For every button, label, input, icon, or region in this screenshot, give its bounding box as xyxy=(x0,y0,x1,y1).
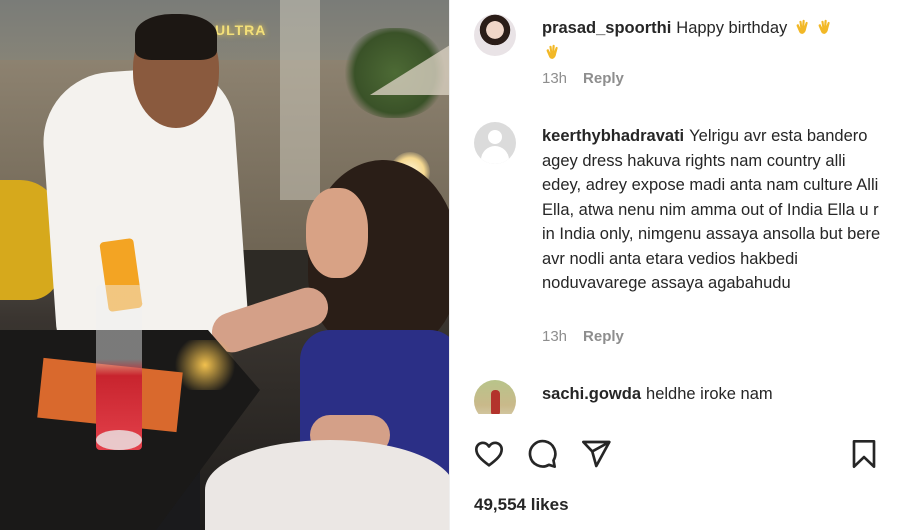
comment-body: sachi.gowda heldhe iroke nam xyxy=(542,382,882,407)
clap-emoji-icon xyxy=(546,44,558,59)
comment-username[interactable]: sachi.gowda xyxy=(542,385,641,403)
likes-count[interactable]: 49,554 likes xyxy=(474,495,569,515)
post-sidebar: prasad_spoorthi Happy birthday 13h Reply xyxy=(449,0,904,530)
comment-text: Yelrigu avr esta bandero agey dress haku… xyxy=(542,127,881,292)
avatar[interactable] xyxy=(474,14,516,56)
clap-emoji-icon xyxy=(796,19,808,34)
comment-icon[interactable] xyxy=(526,438,558,470)
restaurant-sign: ULTRA xyxy=(215,22,267,38)
default-avatar-head xyxy=(488,130,502,144)
comment-meta: 13h Reply xyxy=(542,328,624,345)
drink-glass-base xyxy=(96,430,142,450)
post-photo[interactable]: ULTRA xyxy=(0,0,449,530)
drink-glass xyxy=(96,285,142,450)
comment-username[interactable]: keerthybhadravati xyxy=(542,127,684,145)
comments-list[interactable]: prasad_spoorthi Happy birthday 13h Reply xyxy=(450,0,904,414)
waiter-hair xyxy=(135,14,217,60)
comment-text: heldhe iroke nam xyxy=(646,385,773,403)
comment-body: prasad_spoorthi Happy birthday xyxy=(542,16,882,65)
comment-meta: 13h Reply xyxy=(542,70,624,87)
comment-time: 13h xyxy=(542,328,568,345)
default-avatar-body xyxy=(481,146,509,164)
post-actions: 49,554 likes xyxy=(450,414,904,530)
comment-body: keerthybhadravati Yelrigu avr esta bander… xyxy=(542,124,882,296)
comment-username[interactable]: prasad_spoorthi xyxy=(542,19,671,37)
comment-text: Happy birthday xyxy=(676,19,788,37)
bookmark-icon[interactable] xyxy=(848,438,880,470)
comment-time: 13h xyxy=(542,70,568,87)
reply-button[interactable]: Reply xyxy=(583,70,624,87)
background-pillar xyxy=(280,0,320,200)
avatar[interactable] xyxy=(474,380,516,414)
avatar[interactable] xyxy=(474,122,516,164)
heart-icon[interactable] xyxy=(473,438,505,470)
send-icon[interactable] xyxy=(580,438,612,470)
reply-button[interactable]: Reply xyxy=(583,328,624,345)
clap-emoji-icon xyxy=(818,19,830,34)
woman-face xyxy=(306,188,368,278)
avatar-figure xyxy=(491,390,500,414)
white-cloth xyxy=(205,440,449,530)
